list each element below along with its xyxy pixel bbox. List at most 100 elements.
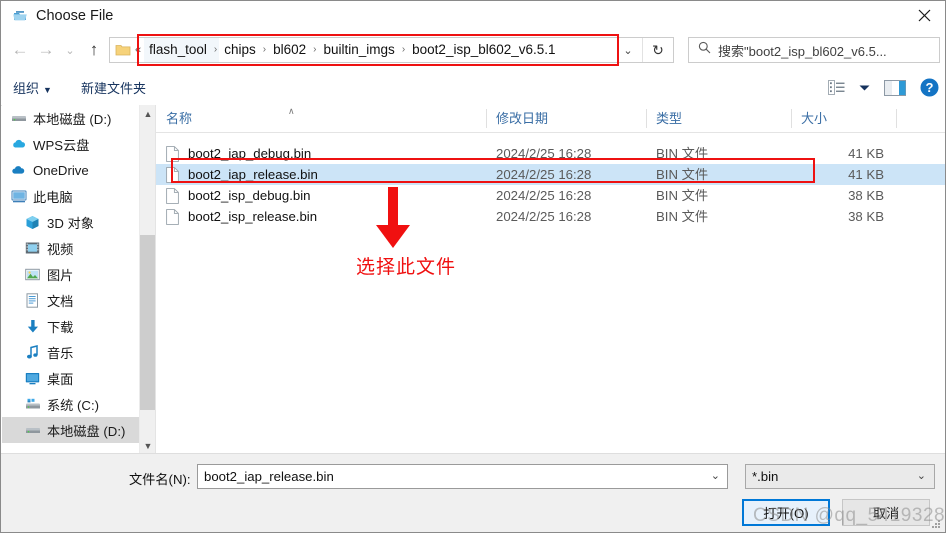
new-folder-button[interactable]: 新建文件夹 xyxy=(81,79,146,99)
address-bar-row: ← → ⌄ ↑ « flash_tool › chips › bl602 › b… xyxy=(1,30,945,70)
table-row[interactable]: boot2_iap_release.bin 2024/2/25 16:28 BI… xyxy=(156,164,945,185)
cell-modified-date: 2024/2/25 16:28 xyxy=(496,146,592,161)
command-toolbar: 组织 ▼ 新建文件夹 ? xyxy=(1,73,945,106)
sidebar-item-documents[interactable]: 文档 xyxy=(2,287,155,313)
column-header-date[interactable]: 修改日期 xyxy=(486,105,646,132)
column-header-name[interactable]: 名称 xyxy=(156,105,486,132)
file-name-value: boot2_iap_release.bin xyxy=(204,469,334,484)
chevron-down-icon[interactable] xyxy=(859,84,870,92)
sidebar-item-label: 视频 xyxy=(47,241,74,257)
cell-file-size: 41 KB xyxy=(848,146,884,161)
column-divider[interactable] xyxy=(896,109,897,128)
breadcrumb-item-chips[interactable]: chips xyxy=(219,38,261,62)
arrow-right-icon[interactable]: → xyxy=(35,39,57,61)
breadcrumb-separator: › xyxy=(211,38,220,62)
sidebar-item-this-pc[interactable]: 此电脑 xyxy=(2,183,155,209)
sidebar-item-wps-cloud[interactable]: WPS云盘 xyxy=(2,131,155,157)
file-name-label: 文件名(N): xyxy=(129,472,191,487)
breadcrumb: flash_tool › chips › bl602 › builtin_img… xyxy=(144,38,560,62)
sort-ascending-icon: ∧ xyxy=(288,106,295,116)
sidebar-item-system-c[interactable]: 系统 (C:) xyxy=(2,391,155,417)
address-breadcrumb-box[interactable]: « flash_tool › chips › bl602 › builtin_i… xyxy=(109,37,674,63)
videos-icon xyxy=(24,240,41,256)
breadcrumb-item-flash-tool[interactable]: flash_tool xyxy=(144,38,212,62)
cell-file-size: 38 KB xyxy=(848,188,884,203)
cell-file-name: boot2_iap_debug.bin xyxy=(188,146,312,161)
cloud-wps-icon xyxy=(10,136,27,152)
drive-icon xyxy=(24,422,41,438)
cloud-onedrive-icon xyxy=(10,162,27,178)
cell-modified-date: 2024/2/25 16:28 xyxy=(496,188,592,203)
chevron-down-icon[interactable]: ⌄ xyxy=(917,469,926,482)
cell-modified-date: 2024/2/25 16:28 xyxy=(496,209,592,224)
preview-pane-icon[interactable] xyxy=(884,79,906,96)
arrow-left-icon[interactable]: ← xyxy=(9,39,31,61)
sidebar-item-local-disk-d-top[interactable]: 本地磁盘 (D:) xyxy=(2,105,155,131)
organize-label: 组织 xyxy=(13,81,40,96)
navigation-sidebar[interactable]: 本地磁盘 (D:) WPS云盘 OneDrive 此电脑 3D 对象 视频 图片… xyxy=(2,105,155,454)
sidebar-item-music[interactable]: 音乐 xyxy=(2,339,155,365)
file-list-pane[interactable]: 名称 ∧ 修改日期 类型 大小 boot2_iap_debug.bin 2024… xyxy=(156,105,945,454)
resize-grip[interactable] xyxy=(931,519,941,529)
breadcrumb-item-bl602[interactable]: bl602 xyxy=(268,38,311,62)
sidebar-scrollbar[interactable]: ▲ ▼ xyxy=(139,105,156,454)
help-icon[interactable]: ? xyxy=(920,78,939,97)
file-name-input[interactable]: boot2_iap_release.bin ⌄ xyxy=(197,464,728,489)
refresh-icon[interactable]: ↻ xyxy=(642,38,673,62)
sidebar-item-videos[interactable]: 视频 xyxy=(2,235,155,261)
sidebar-item-downloads[interactable]: 下载 xyxy=(2,313,155,339)
cell-modified-date: 2024/2/25 16:28 xyxy=(496,167,592,182)
file-type-select[interactable]: *.bin ⌄ xyxy=(745,464,935,489)
sidebar-item-label: 3D 对象 xyxy=(47,215,94,231)
folder-open-icon xyxy=(12,8,28,24)
breadcrumb-item-builtin-imgs[interactable]: builtin_imgs xyxy=(319,38,400,62)
sidebar-item-desktop[interactable]: 桌面 xyxy=(2,365,155,391)
sidebar-item-label: 本地磁盘 (D:) xyxy=(33,111,112,127)
desktop-icon xyxy=(24,370,41,386)
drive-icon xyxy=(10,110,27,126)
scrollbar-thumb[interactable] xyxy=(140,235,156,410)
annotation-label: 选择此文件 xyxy=(356,257,457,278)
search-icon xyxy=(698,41,711,59)
sidebar-item-onedrive[interactable]: OneDrive xyxy=(2,157,155,183)
file-list-header: 名称 ∧ 修改日期 类型 大小 xyxy=(156,105,945,133)
choose-file-dialog: Choose File ← → ⌄ ↑ « flash_tool › chips xyxy=(0,0,946,533)
cell-file-size: 38 KB xyxy=(848,209,884,224)
table-row[interactable]: boot2_isp_debug.bin 2024/2/25 16:28 BIN … xyxy=(156,185,945,206)
breadcrumb-overflow[interactable]: « xyxy=(135,44,141,56)
sidebar-item-label: WPS云盘 xyxy=(33,137,90,153)
chevron-down-icon[interactable]: ▼ xyxy=(140,437,156,454)
cell-file-name: boot2_isp_debug.bin xyxy=(188,188,311,203)
chevron-down-icon: ▼ xyxy=(43,85,52,95)
sidebar-item-label: 下载 xyxy=(47,319,74,335)
close-icon[interactable] xyxy=(901,1,945,30)
chevron-down-icon[interactable]: ⌄ xyxy=(711,469,720,482)
cancel-button[interactable]: 取消 xyxy=(842,499,930,526)
chevron-up-icon[interactable]: ▲ xyxy=(140,105,156,122)
chevron-down-icon[interactable]: ⌄ xyxy=(615,38,641,62)
sidebar-item-label: 系统 (C:) xyxy=(47,397,100,413)
breadcrumb-separator: › xyxy=(262,44,267,55)
3d-objects-icon xyxy=(24,214,41,230)
sidebar-item-label: 图片 xyxy=(47,267,74,283)
chevron-down-icon[interactable]: ⌄ xyxy=(59,39,81,61)
table-row[interactable]: boot2_iap_debug.bin 2024/2/25 16:28 BIN … xyxy=(156,143,945,164)
column-header-type[interactable]: 类型 xyxy=(646,105,791,132)
view-list-icon[interactable] xyxy=(828,80,845,95)
sidebar-item-local-disk-d[interactable]: 本地磁盘 (D:) xyxy=(2,417,155,443)
sidebar-item-3d-objects[interactable]: 3D 对象 xyxy=(2,209,155,235)
table-row[interactable]: boot2_isp_release.bin 2024/2/25 16:28 BI… xyxy=(156,206,945,227)
breadcrumb-separator: › xyxy=(313,44,317,55)
organize-button[interactable]: 组织 ▼ xyxy=(13,79,52,100)
sidebar-item-label: 音乐 xyxy=(47,345,74,361)
sidebar-item-label: 桌面 xyxy=(47,371,74,387)
sidebar-item-pictures[interactable]: 图片 xyxy=(2,261,155,287)
title-bar: Choose File xyxy=(1,1,945,30)
arrow-up-icon[interactable]: ↑ xyxy=(83,39,105,61)
breadcrumb-item-boot2-isp[interactable]: boot2_isp_bl602_v6.5.1 xyxy=(407,38,560,62)
file-type-value: *.bin xyxy=(752,469,779,484)
documents-icon xyxy=(24,292,41,308)
search-input[interactable]: 搜索"boot2_isp_bl602_v6.5... xyxy=(688,37,940,63)
column-header-size[interactable]: 大小 xyxy=(791,105,896,132)
open-button[interactable]: 打开(O) xyxy=(742,499,830,526)
